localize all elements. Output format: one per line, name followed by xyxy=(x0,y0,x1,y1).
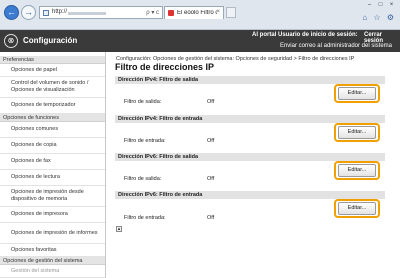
sidebar-item-scan[interactable]: Opciones de lectura xyxy=(0,170,105,186)
sidebar-item-system-management[interactable]: Gestión del sistema xyxy=(0,265,105,278)
address-url[interactable]: http:// xyxy=(52,9,67,15)
field-label: Filtro de salida: xyxy=(124,99,162,105)
section-header: Dirección IPv6: Filtro de entrada xyxy=(115,191,385,199)
sidebar-item-memory-print[interactable]: Opciones de impresión desde dispositivo … xyxy=(0,186,105,207)
field-label: Filtro de salida: xyxy=(124,176,162,182)
login-user-label: Usuario de inicio de sesión: xyxy=(278,32,358,38)
edit-button-ipv6-outbound[interactable]: Editar... xyxy=(338,164,376,177)
scroll-to-top-icon[interactable]: ▴ xyxy=(116,226,122,232)
sidebar: Preferencias Opciones de papel Control d… xyxy=(0,52,106,278)
sidebar-item-timer[interactable]: Opciones de temporizador xyxy=(0,98,105,114)
maximize-icon[interactable]: □ xyxy=(375,1,386,9)
section-ipv6-inbound: Dirección IPv6: Filtro de entrada xyxy=(115,191,385,199)
section-ipv6-outbound: Dirección IPv6: Filtro de salida xyxy=(115,153,385,161)
close-window-icon[interactable]: × xyxy=(386,1,397,9)
field-value: Off xyxy=(207,99,215,105)
section-header: Dirección IPv4: Filtro de entrada xyxy=(115,115,385,123)
edit-button-ipv4-outbound[interactable]: Editar... xyxy=(338,87,376,100)
page-title: Filtro de direcciones IP xyxy=(115,62,215,72)
main-content: Configuración: Opciones de gestión del s… xyxy=(107,52,400,278)
mail-admin-link[interactable]: Enviar correo al administrador del siste… xyxy=(280,43,392,49)
sidebar-category-preferences: Preferencias xyxy=(0,56,105,64)
app-header: ⊗ Configuración Al portal Usuario de ini… xyxy=(0,30,400,52)
section-header: Dirección IPv4: Filtro de salida xyxy=(115,76,385,84)
sidebar-item-volume[interactable]: Control del volumen de sonido / Opciones… xyxy=(0,77,105,98)
edit-button-ipv6-inbound[interactable]: Editar... xyxy=(338,202,376,215)
portal-link[interactable]: Al portal xyxy=(252,32,276,38)
field-value: Off xyxy=(207,138,215,144)
address-bar[interactable]: http:// ρ ▾ c xyxy=(39,6,163,19)
browser-toolbar: ← → http:// ρ ▾ c El eoolo Filtro de dir… xyxy=(0,0,400,30)
tab-favicon-icon xyxy=(168,10,174,16)
page-icon xyxy=(43,10,49,16)
new-tab-button[interactable] xyxy=(226,7,236,18)
sidebar-item-favorites[interactable]: Opciones favoritas xyxy=(0,244,105,257)
app-title: Configuración xyxy=(23,36,78,45)
sidebar-item-fax[interactable]: Opciones de fax xyxy=(0,154,105,170)
field-label: Filtro de entrada: xyxy=(124,138,166,144)
minimize-icon[interactable]: – xyxy=(364,1,375,9)
sidebar-item-copy[interactable]: Opciones de copia xyxy=(0,138,105,154)
section-ipv4-inbound: Dirección IPv4: Filtro de entrada xyxy=(115,115,385,123)
sidebar-item-reports[interactable]: Opciones de impresión de informes xyxy=(0,223,105,244)
tab-close-icon[interactable]: × xyxy=(216,9,220,15)
browser-tools-icons[interactable]: ⌂ ☆ ⚙ xyxy=(362,13,396,22)
tab-title: El eoolo Filtro de direcci... xyxy=(177,10,217,16)
field-value: Off xyxy=(207,176,215,182)
section-header: Dirección IPv6: Filtro de salida xyxy=(115,153,385,161)
address-actions-icon[interactable]: ρ ▾ c xyxy=(146,9,159,16)
back-button[interactable]: ← xyxy=(4,5,19,20)
sidebar-category-functions: Opciones de funciones xyxy=(0,114,105,122)
section-ipv4-outbound: Dirección IPv4: Filtro de salida xyxy=(115,76,385,84)
sidebar-item-printer[interactable]: Opciones de impresora xyxy=(0,207,105,223)
browser-tab[interactable]: El eoolo Filtro de direcci... × xyxy=(164,6,224,19)
edit-button-ipv4-inbound[interactable]: Editar... xyxy=(338,126,376,139)
sidebar-item-paper[interactable]: Opciones de papel xyxy=(0,64,105,77)
sidebar-category-system: Opciones de gestión del sistema xyxy=(0,257,105,265)
sidebar-item-common[interactable]: Opciones comunes xyxy=(0,122,105,138)
home-icon[interactable]: ⊗ xyxy=(4,34,18,48)
field-value: Off xyxy=(207,215,215,221)
forward-button[interactable]: → xyxy=(21,5,36,20)
address-url-masked xyxy=(68,12,106,15)
field-label: Filtro de entrada: xyxy=(124,215,166,221)
window-controls: – □ × xyxy=(364,1,397,9)
